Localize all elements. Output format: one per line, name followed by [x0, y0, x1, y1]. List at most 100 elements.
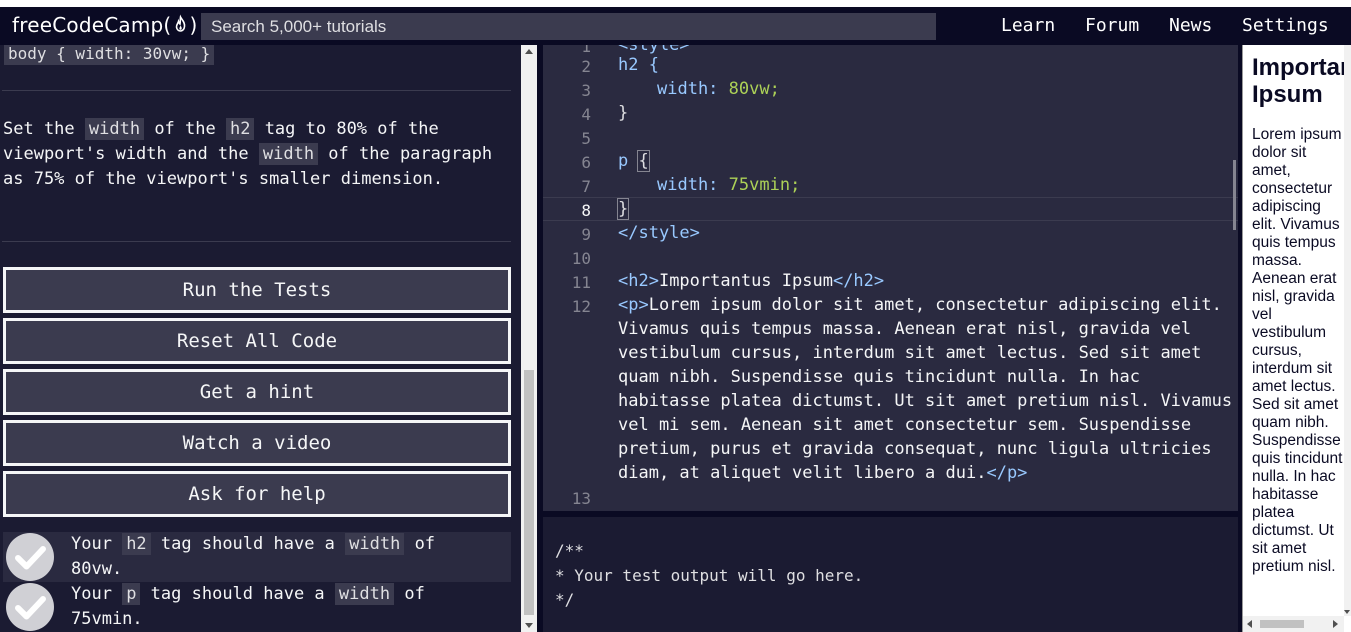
line-number: 5 — [581, 129, 591, 148]
code-line: <h2>Importantus Ipsum</h2> — [618, 271, 884, 291]
code-line: vel mi sem. Aenean sit amet consectetur … — [618, 415, 1192, 435]
inline-code: p — [122, 583, 141, 605]
html-text: Lorem ipsum dolor sit amet, consectetur … — [648, 295, 1222, 315]
html-tag: </p> — [986, 463, 1028, 483]
divider — [2, 90, 511, 91]
line-number: 11 — [571, 273, 591, 292]
line-number: 4 — [581, 105, 591, 124]
html-text: Importantus Ipsum — [658, 271, 833, 291]
line-number: 9 — [581, 225, 591, 244]
scrollbar-thumb[interactable] — [1233, 160, 1236, 230]
code-line: quam nibh. Suspendisse quis tincidunt nu… — [618, 367, 1140, 387]
get-hint-button[interactable]: Get a hint — [3, 369, 511, 415]
css-value: 75vmin; — [718, 175, 801, 195]
code-line: pretium, purus et gravida consequat, nun… — [618, 439, 1212, 459]
test-text-part: tag should have a — [140, 584, 335, 604]
scroll-left-icon[interactable] — [1247, 620, 1252, 628]
line-number: 3 — [581, 81, 591, 100]
scroll-down-icon[interactable] — [525, 623, 533, 628]
nav-link-forum[interactable]: Forum — [1085, 15, 1139, 36]
code-line: } — [616, 198, 630, 220]
run-tests-button[interactable]: Run the Tests — [3, 267, 511, 313]
challenge-description: Set the width of the h2 tag to 80% of th… — [3, 117, 511, 192]
code-line: habitasse platea dictumst. Ut sit amet p… — [618, 391, 1233, 411]
html-tag: </h2> — [832, 271, 885, 291]
code-line: h2 { — [618, 55, 659, 75]
test-text: Your p tag should have a width of 75vmin… — [71, 582, 491, 632]
ask-help-button[interactable]: Ask for help — [3, 471, 511, 517]
inline-code: width — [84, 118, 145, 140]
top-navbar: freeCodeCamp() Learn Forum News Settings — [0, 7, 1351, 45]
instructions-scrollbar[interactable] — [521, 45, 537, 632]
html-tag: <h2> — [618, 271, 659, 291]
code-line: } — [618, 103, 629, 123]
scrollbar-thumb[interactable] — [524, 370, 534, 615]
code-line: p { — [618, 150, 650, 172]
line-number: 12 — [571, 297, 591, 316]
logo-text-end: ) — [189, 13, 198, 37]
logo-text: freeCodeCamp( — [12, 13, 172, 37]
search-input[interactable] — [201, 13, 936, 40]
test-text: Your h2 tag should have a width of 80vw. — [71, 532, 491, 582]
test-text-part: Your — [71, 534, 123, 554]
preview-vertical-scrollbar[interactable] — [1344, 45, 1351, 616]
check-icon — [6, 533, 54, 581]
inline-code: width — [345, 533, 405, 555]
test-result-item: Your h2 tag should have a width of 80vw. — [3, 532, 511, 582]
html-text: diam, at aliquet velit libero a dui. — [618, 463, 987, 483]
preview-horizontal-scrollbar[interactable] — [1243, 616, 1344, 632]
scroll-up-icon[interactable] — [525, 49, 533, 54]
code-line: <style> — [618, 45, 690, 55]
css-value: 80vw; — [718, 79, 780, 99]
watch-video-button[interactable]: Watch a video — [3, 420, 511, 466]
reset-code-button[interactable]: Reset All Code — [3, 318, 511, 364]
html-tag: <p> — [618, 295, 649, 315]
inline-code: h2 — [225, 118, 255, 140]
code-line: width: 80vw; — [657, 79, 780, 99]
nav-link-settings[interactable]: Settings — [1242, 15, 1329, 36]
preview-frame[interactable]: Importantus Ipsum Lorem ipsum dolor sit … — [1242, 45, 1351, 632]
active-line-highlight — [543, 197, 1238, 221]
desc-text: of the — [144, 119, 226, 139]
code-line: </style> — [618, 223, 700, 243]
line-number-active: 8 — [581, 201, 591, 220]
desc-text: Set the — [3, 119, 85, 139]
code-line: vestibulum cursus, interdum sit amet lec… — [618, 343, 1202, 363]
line-number: 2 — [581, 57, 591, 76]
line-number: 13 — [571, 489, 591, 508]
test-output-console: /** * Your test output will go here. */ — [543, 517, 1238, 632]
line-number: 1 — [581, 45, 591, 56]
check-icon — [6, 583, 54, 631]
line-number: 10 — [571, 249, 591, 268]
line-number: 7 — [581, 177, 591, 196]
flame-icon — [176, 14, 186, 32]
nav-link-learn[interactable]: Learn — [1001, 15, 1055, 36]
test-text-part: Your — [71, 584, 123, 604]
example-code-snippet: body { width: 30vw; } — [4, 45, 215, 65]
code-line: <p>Lorem ipsum dolor sit amet, consectet… — [618, 295, 1222, 315]
matched-brace: { — [637, 150, 650, 172]
code-line: width: 75vmin; — [657, 175, 800, 195]
divider — [2, 241, 511, 242]
code-editor[interactable]: 1 2 3 4 5 6 7 8 9 10 11 12 13 <style> h2… — [543, 45, 1238, 511]
inline-code: width — [258, 143, 319, 165]
scroll-right-icon[interactable] — [1333, 620, 1338, 628]
preview-paragraph: Lorem ipsum dolor sit amet, consectetur … — [1252, 126, 1343, 575]
code-line: diam, at aliquet velit libero a dui.</p> — [618, 463, 1027, 483]
inline-code: width — [334, 583, 395, 605]
line-number: 6 — [581, 153, 591, 172]
css-property: width: — [657, 79, 719, 99]
css-selector: p — [618, 151, 639, 171]
matched-brace: } — [616, 198, 630, 220]
instructions-panel: body { width: 30vw; } Set the width of t… — [0, 45, 521, 632]
top-strip — [0, 0, 1351, 7]
fcc-logo[interactable]: freeCodeCamp() — [12, 13, 197, 37]
scrollbar-thumb[interactable] — [1260, 620, 1304, 628]
css-property: width: — [657, 175, 719, 195]
test-text-part: tag should have a — [150, 534, 346, 554]
test-result-item: Your p tag should have a width of 75vmin… — [3, 582, 511, 632]
nav-link-news[interactable]: News — [1169, 15, 1212, 36]
code-line: Vivamus quis tempus massa. Aenean erat n… — [618, 319, 1192, 339]
preview-heading: Importantus Ipsum — [1252, 54, 1351, 108]
scroll-down-icon[interactable] — [1344, 610, 1350, 614]
